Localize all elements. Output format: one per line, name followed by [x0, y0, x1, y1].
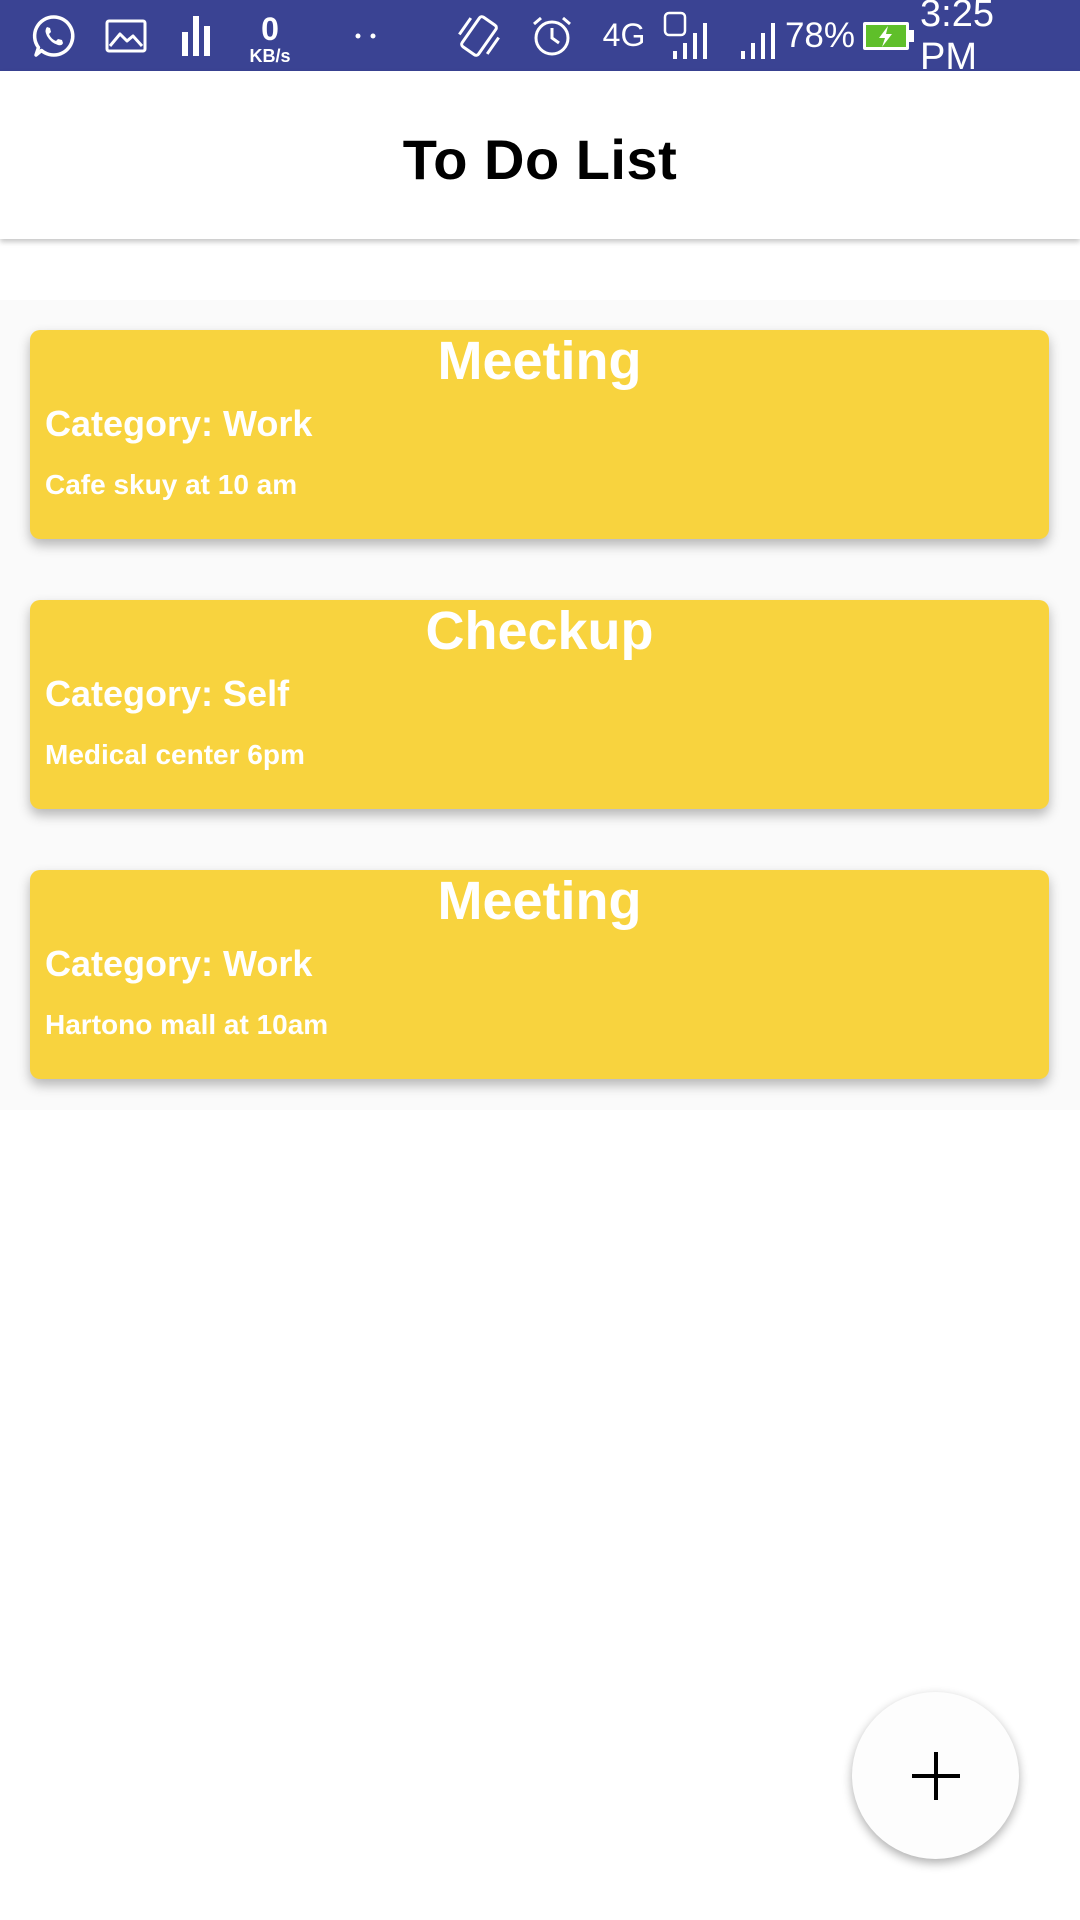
whatsapp-icon [28, 0, 80, 71]
list-item[interactable]: Checkup Category: Self Medical center 6p… [0, 570, 1080, 840]
battery-percent: 78% [784, 0, 856, 71]
network-type-label: 4G [602, 17, 646, 53]
todo-description: Medical center 6pm [45, 739, 305, 770]
list-item[interactable]: Meeting Category: Work Cafe skuy at 10 a… [0, 300, 1080, 570]
todo-card[interactable]: Checkup Category: Self Medical center 6p… [30, 600, 1049, 809]
todo-description: Cafe skuy at 10 am [45, 469, 298, 500]
data-speed-unit: KB/s [249, 45, 291, 66]
status-bar: 0 KB/s 4G 78% 3:25 PM [0, 0, 1080, 78]
plus-icon [911, 1751, 960, 1800]
todo-category: Category: Self [45, 673, 290, 714]
vibrate-icon [452, 0, 506, 71]
page-title: To Do List [402, 128, 678, 191]
todo-card[interactable]: Meeting Category: Work Cafe skuy at 10 a… [30, 330, 1049, 539]
todo-title: Meeting [437, 871, 642, 931]
dots-icon [352, 0, 382, 71]
todo-list: Meeting Category: Work Cafe skuy at 10 a… [0, 300, 1080, 1110]
battery-charging-icon [860, 0, 916, 71]
network-type: 4G [598, 0, 650, 71]
list-item[interactable]: Meeting Category: Work Hartono mall at 1… [0, 840, 1080, 1110]
todo-category: Category: Work [45, 403, 313, 444]
app-bar: To Do List [0, 71, 1080, 239]
clock-time: 3:25 PM [920, 0, 994, 78]
data-speed-indicator: 0 KB/s [240, 0, 300, 71]
add-todo-button[interactable] [852, 1692, 1019, 1859]
todo-category: Category: Work [45, 943, 313, 984]
todo-description: Hartono mall at 10am [45, 1009, 329, 1040]
battery-percent-label: 78% [784, 15, 856, 55]
alarm-icon [528, 0, 576, 71]
data-speed-value: 0 [261, 10, 279, 47]
gallery-icon [103, 0, 149, 71]
bars-icon [180, 0, 212, 71]
todo-title: Meeting [437, 331, 642, 391]
clock: 3:25 PM [920, 0, 1060, 78]
sim1-signal-icon [662, 0, 716, 71]
todo-card[interactable]: Meeting Category: Work Hartono mall at 1… [30, 870, 1049, 1079]
todo-title: Checkup [425, 601, 654, 661]
sim2-signal-icon [730, 0, 784, 71]
